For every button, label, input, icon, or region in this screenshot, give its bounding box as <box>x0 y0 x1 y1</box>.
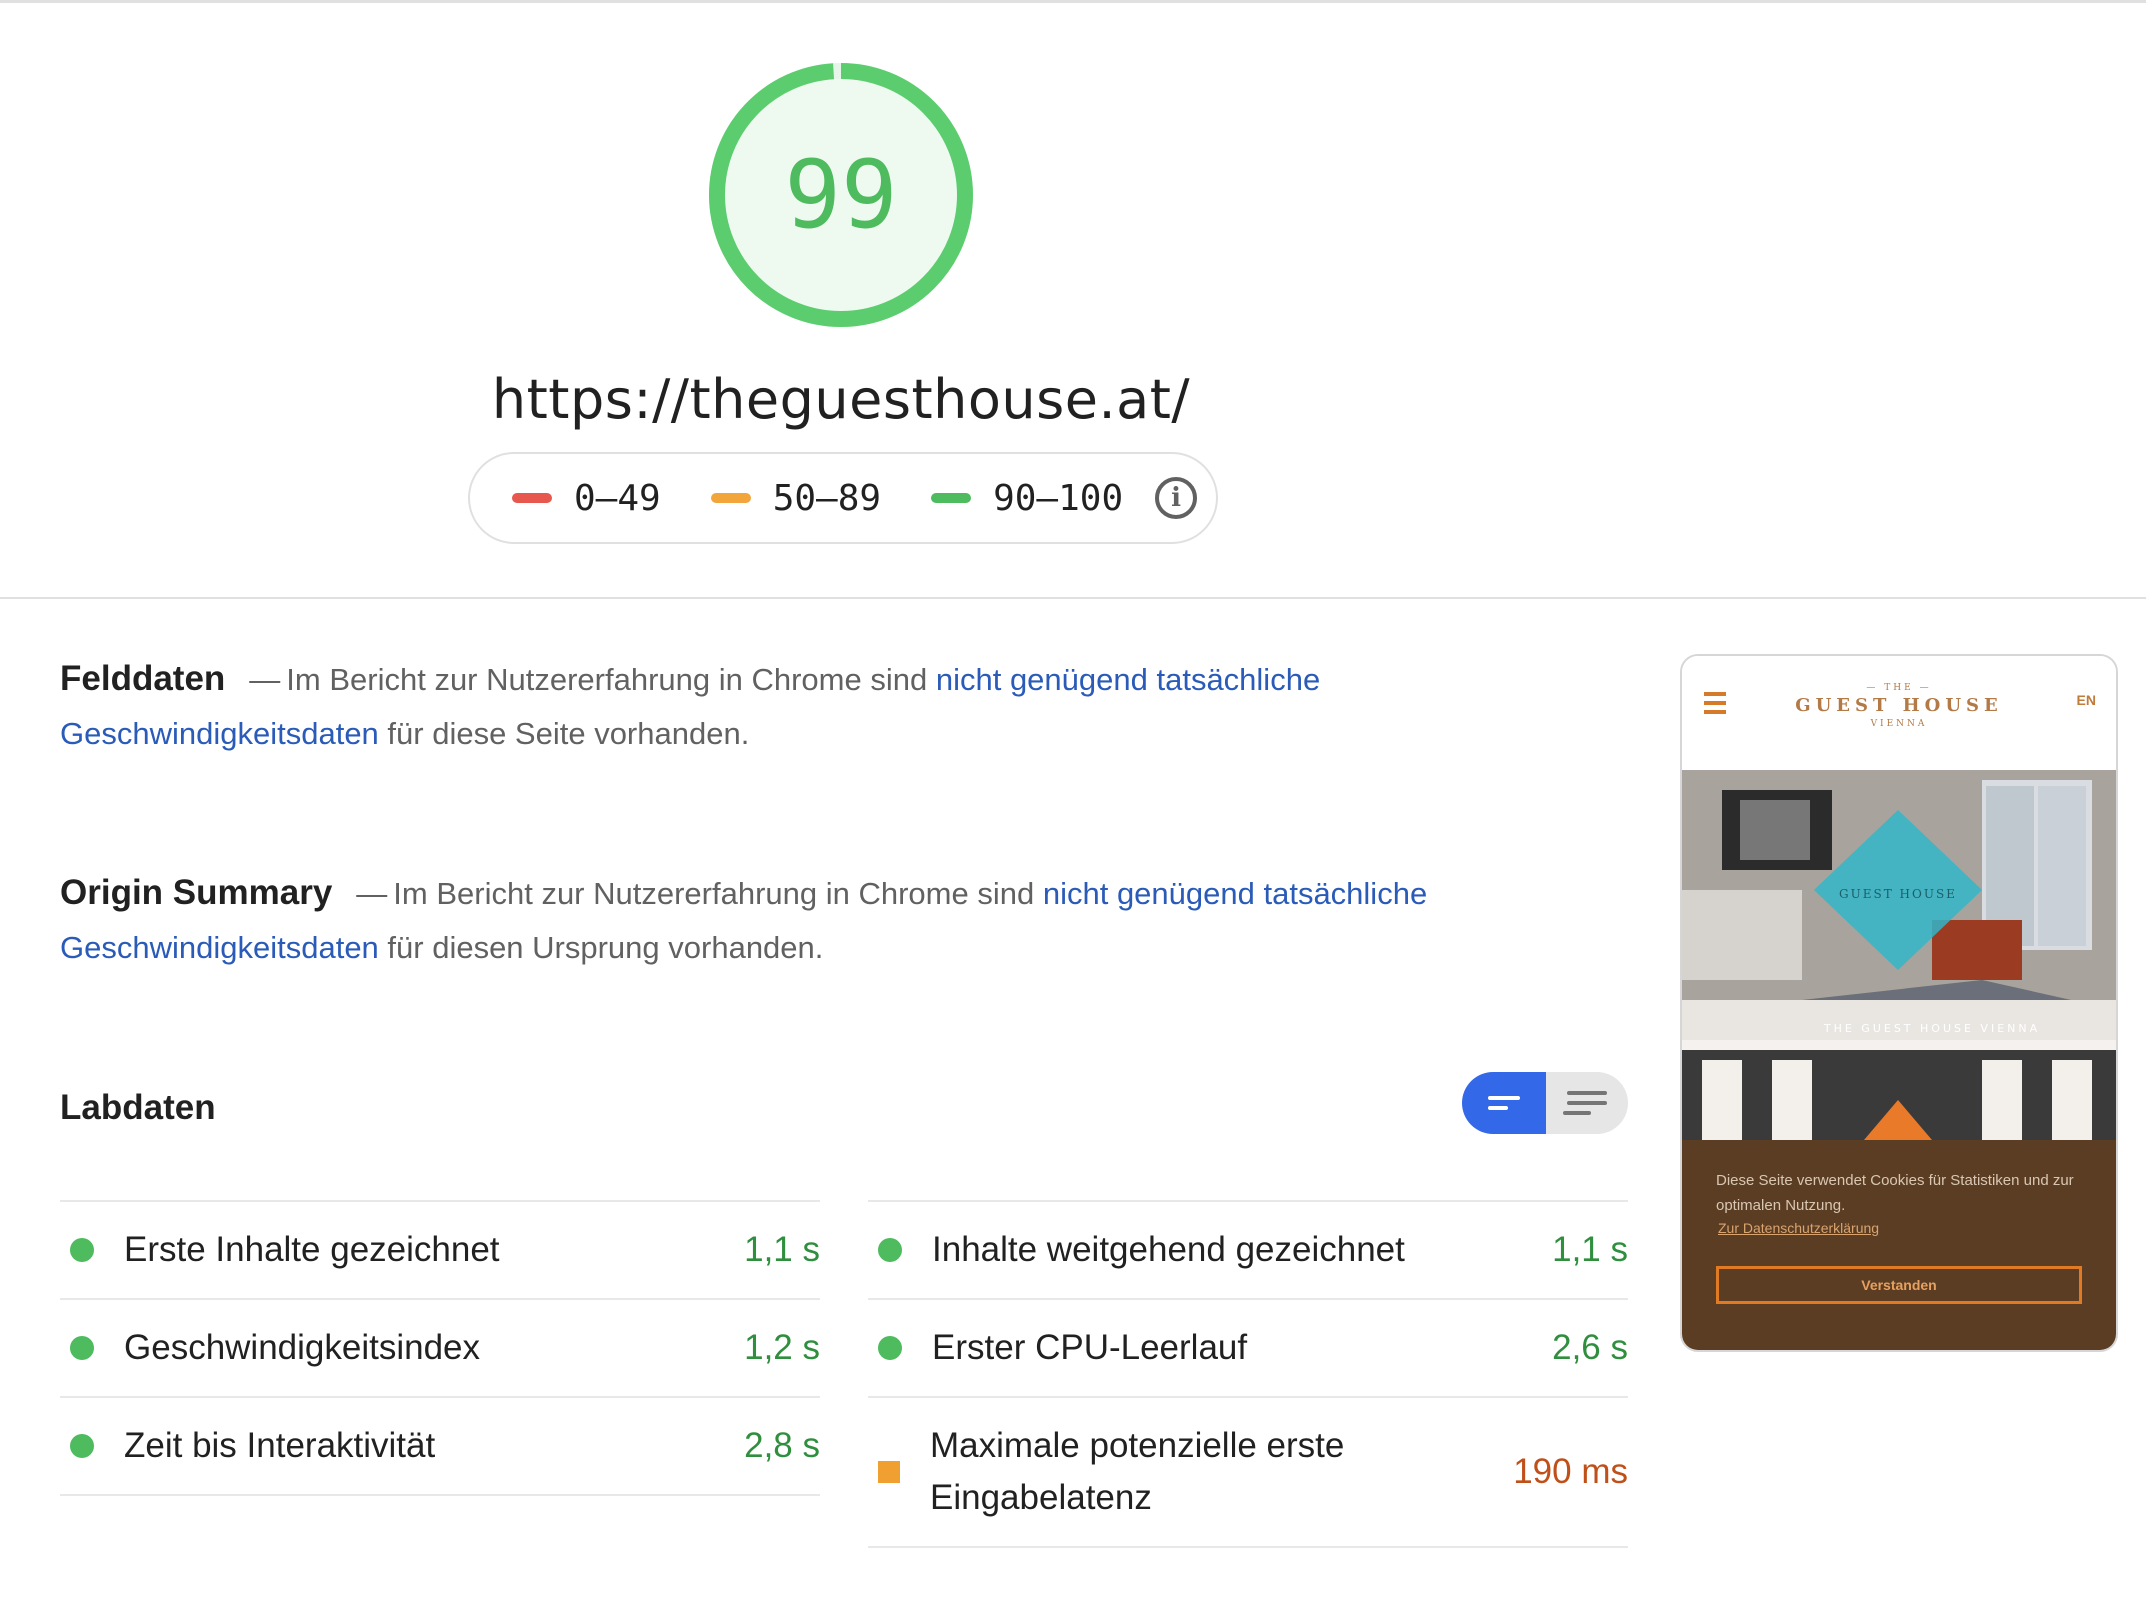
metric-name: Inhalte weitgehend gezeichnet <box>932 1230 1405 1269</box>
metric-row: Zeit bis Interaktivität 2,8 s <box>60 1396 820 1494</box>
toggle-compact-view-button[interactable] <box>1462 1072 1546 1134</box>
field-data-dash: — <box>249 662 281 697</box>
origin-summary-section: Origin Summary — Im Bericht zur Nutzererfa… <box>60 866 1640 975</box>
privacy-link: Zur Datenschutzerklärung <box>1718 1220 1880 1236</box>
field-data-text-end: für diese Seite vorhanden. <box>378 716 750 751</box>
origin-summary-text-end: für diesen Ursprung vorhanden. <box>378 930 824 965</box>
metric-name: Geschwindigkeitsindex <box>124 1328 481 1367</box>
legend-bar-poor <box>512 493 552 503</box>
svg-text:GUEST HOUSE: GUEST HOUSE <box>1839 887 1957 901</box>
metric-value: 2,6 s <box>1552 1328 1628 1367</box>
brand-logo: — THE — GUEST HOUSE VIENNA <box>1795 683 2003 729</box>
legend-item-good: 90–100 <box>931 478 1123 519</box>
cookie-text: Diese Seite verwendet Cookies für Statis… <box>1716 1172 2074 1214</box>
good-status-icon <box>878 1336 902 1360</box>
legend-label-good: 90–100 <box>993 477 1124 519</box>
legend-label-poor: 0–49 <box>574 477 661 519</box>
score-legend: 0–49 50–89 90–100 i <box>468 452 1218 544</box>
metric-value: 190 ms <box>1513 1452 1628 1491</box>
performance-score-gauge: 99 <box>708 62 974 328</box>
field-data-title: Felddaten <box>60 659 226 698</box>
metric-row: Erste Inhalte gezeichnet 1,1 s <box>60 1200 820 1298</box>
metric-name: Zeit bis Interaktivität <box>124 1426 436 1465</box>
toggle-expanded-view-button[interactable] <box>1546 1072 1628 1134</box>
lab-data-title: Labdaten <box>60 1088 216 1127</box>
lab-metrics-right: Inhalte weitgehend gezeichnet 1,1 s Erst… <box>868 1200 1628 1548</box>
score-value: 99 <box>784 140 898 250</box>
legend-item-average: 50–89 <box>710 477 882 519</box>
svg-text:THE GUEST HOUSE VIENNA: THE GUEST HOUSE VIENNA <box>1823 1022 2040 1035</box>
lab-metrics-left: Erste Inhalte gezeichnet 1,1 s Geschwind… <box>60 1200 820 1496</box>
origin-summary-text: Im Bericht zur Nutzererfahrung in Chrome… <box>393 876 1043 911</box>
top-border <box>0 0 2146 3</box>
metric-name: Maximale potenzielle erste Eingabelatenz <box>930 1426 1345 1517</box>
tested-url: https://theguesthouse.at/ <box>491 368 1191 431</box>
legend-label-average: 50–89 <box>772 477 882 519</box>
good-status-icon <box>878 1238 902 1262</box>
metric-row: Geschwindigkeitsindex 1,2 s <box>60 1298 820 1396</box>
metrics-bottom-rule <box>60 1494 820 1496</box>
origin-summary-dash: — <box>356 876 388 911</box>
good-status-icon <box>70 1336 94 1360</box>
language-switch: EN <box>2076 692 2096 708</box>
metric-name: Erster CPU-Leerlauf <box>932 1328 1248 1367</box>
metric-name: Erste Inhalte gezeichnet <box>124 1230 500 1269</box>
legend-bar-good <box>931 493 972 503</box>
metric-value: 2,8 s <box>744 1426 820 1465</box>
metric-value: 1,1 s <box>744 1230 820 1269</box>
good-status-icon <box>70 1238 94 1262</box>
hero-illustration: GUEST HOUSE THE GUEST HOUSE VIENNA <box>1682 770 2116 1140</box>
legend-item-poor: 0–49 <box>512 478 661 519</box>
final-screenshot: — THE — GUEST HOUSE VIENNA EN GUEST HOUS… <box>1680 654 2118 1352</box>
cookie-banner: Diese Seite verwendet Cookies für Statis… <box>1682 1140 2116 1350</box>
field-data-section: Felddaten — Im Bericht zur Nutzererfahrung… <box>60 652 1640 761</box>
average-status-icon <box>878 1461 900 1483</box>
origin-summary-title: Origin Summary <box>60 873 333 912</box>
section-divider <box>0 597 2146 599</box>
view-toggle <box>1462 1072 1628 1134</box>
metric-row: Inhalte weitgehend gezeichnet 1,1 s <box>868 1200 1628 1298</box>
good-status-icon <box>70 1434 94 1458</box>
hero-image: GUEST HOUSE THE GUEST HOUSE VIENNA <box>1682 770 2116 1140</box>
screenshot-header: — THE — GUEST HOUSE VIENNA EN <box>1682 656 2116 770</box>
metric-row: Erster CPU-Leerlauf 2,6 s <box>868 1298 1628 1396</box>
field-data-text: Im Bericht zur Nutzererfahrung in Chrome… <box>286 662 936 697</box>
metric-value: 1,1 s <box>1552 1230 1628 1269</box>
cookie-accept-button: Verstanden <box>1716 1266 2082 1304</box>
legend-bar-average <box>710 493 751 503</box>
metrics-bottom-rule <box>868 1546 1628 1548</box>
metric-value: 1,2 s <box>744 1328 820 1367</box>
info-icon[interactable]: i <box>1155 477 1198 519</box>
metric-row: Maximale potenzielle erste Eingabelatenz… <box>868 1396 1628 1546</box>
